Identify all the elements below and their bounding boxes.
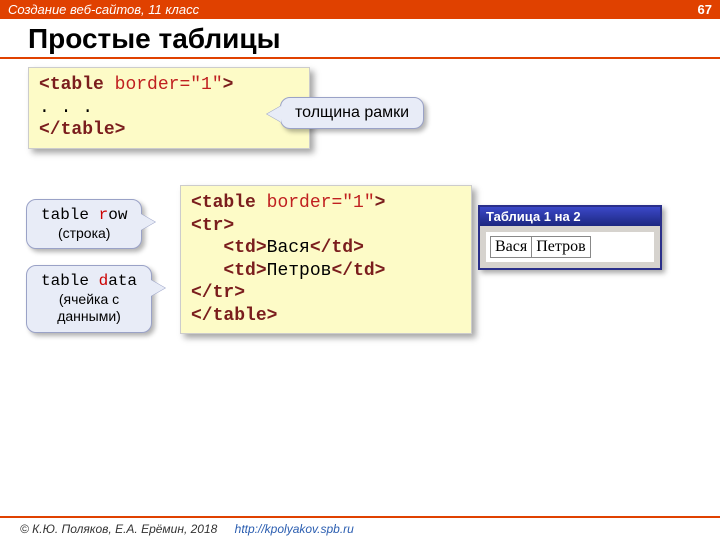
page-number: 67 — [698, 2, 712, 17]
footer-url: http://kpolyakov.spb.ru — [235, 522, 354, 536]
callout-border-width: толщина рамки — [280, 97, 424, 129]
window-body: Вася Петров — [486, 232, 654, 262]
table-row: Вася Петров — [491, 237, 591, 258]
window-title: Таблица 1 на 2 — [480, 207, 660, 226]
rendered-table: Вася Петров — [490, 236, 591, 258]
copyright: © К.Ю. Поляков, Е.А. Ерёмин, 2018 — [20, 522, 217, 536]
course-label: Создание веб-сайтов, 11 класс — [8, 2, 199, 17]
callout-table-row: table row (строка) — [26, 199, 142, 249]
code-block-full: <table border="1"> <tr> <td>Вася</td> <t… — [180, 185, 472, 334]
footer: © К.Ю. Поляков, Е.А. Ерёмин, 2018 http:/… — [0, 516, 720, 540]
header-bar: Создание веб-сайтов, 11 класс 67 — [0, 0, 720, 19]
browser-window-mock: Таблица 1 на 2 Вася Петров — [478, 205, 662, 270]
callout-table-data: table data (ячейка с данными) — [26, 265, 152, 333]
table-cell: Петров — [532, 237, 590, 258]
table-cell: Вася — [491, 237, 532, 258]
page-title: Простые таблицы — [0, 19, 720, 55]
title-rule — [0, 57, 720, 59]
